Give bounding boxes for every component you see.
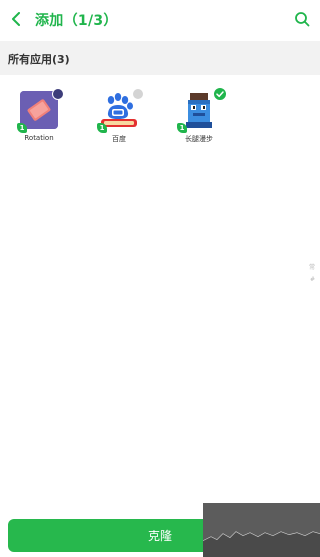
unselected-indicator (132, 88, 144, 100)
search-button[interactable] (292, 9, 312, 29)
app-count-badge: 1 (177, 123, 187, 133)
index-marker[interactable]: # (310, 276, 315, 283)
app-icon-container: 1 (97, 88, 144, 133)
app-item-rotation[interactable]: 1 Rotation (4, 88, 74, 150)
game-app-icon (180, 91, 218, 129)
app-icon-container: 1 (17, 88, 64, 133)
section-header: 所有应用(3) (0, 41, 320, 75)
app-count-badge: 1 (97, 123, 107, 133)
chevron-left-icon (12, 12, 20, 26)
app-label: Rotation (24, 134, 54, 142)
mountain-graphic (203, 503, 320, 557)
app-item-baidu[interactable]: 1 百度 (84, 88, 154, 150)
check-icon (216, 91, 224, 98)
app-count-badge: 1 (17, 123, 27, 133)
search-icon (295, 12, 310, 27)
selected-indicator (213, 87, 227, 101)
floating-preview-thumbnail[interactable] (203, 503, 320, 557)
top-bar: 添加（1/3） (0, 0, 320, 40)
app-icon-container: 1 (177, 87, 227, 133)
back-button[interactable] (6, 8, 26, 30)
app-label: 长腿漫步 (185, 135, 213, 143)
app-label: 百度 (112, 135, 126, 143)
section-title: 所有应用(3) (8, 53, 70, 66)
unselected-indicator (52, 88, 64, 100)
page-title: 添加（1/3） (35, 13, 118, 29)
index-marker[interactable]: 常 (309, 262, 315, 271)
app-item-long-legs[interactable]: 1 长腿漫步 (164, 87, 234, 150)
